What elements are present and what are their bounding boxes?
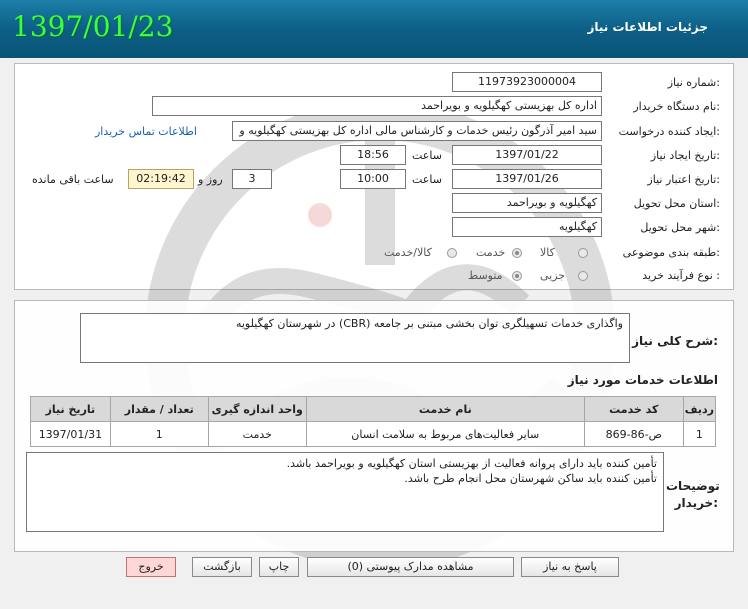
process-radio-medium[interactable] — [512, 271, 522, 281]
province-field: کهگیلویه و بویراحمد — [452, 193, 602, 213]
city-field: کهگیلویه — [452, 217, 602, 237]
create-time-field: 18:56 — [340, 145, 406, 165]
col-row-number: ردیف — [682, 396, 717, 422]
cell-row-number: 1 — [682, 421, 717, 447]
header-date: 1397/01/23 — [12, 10, 174, 43]
cell-service-code: ص-86-869 — [583, 421, 684, 447]
col-quantity: تعداد / مقدار — [109, 396, 209, 422]
validity-time-field: 10:00 — [340, 169, 406, 189]
category-option-goods: کالا — [540, 246, 555, 259]
table-row[interactable]: 1 ص-86-869 سایر فعالیت‌های مربوط به سلام… — [30, 421, 717, 447]
category-radio-goods-service[interactable] — [447, 248, 457, 258]
process-radio-minor[interactable] — [578, 271, 588, 281]
requester-field: سید امیر آذرگون رئیس خدمات و کارشناس مال… — [232, 121, 602, 141]
buyer-notes-label: توضیحات خریدار: — [666, 479, 720, 510]
print-button[interactable]: چاپ — [259, 557, 299, 577]
cell-unit: خدمت — [207, 421, 307, 447]
remaining-time-label: ساعت باقی مانده — [32, 173, 114, 186]
remaining-days-label: روز و — [198, 173, 223, 186]
description-label: شرح کلی نیاز: — [632, 334, 718, 348]
category-option-service: خدمت — [476, 246, 506, 259]
table-header-row: ردیف کد خدمت نام خدمت واحد اندازه گیری ت… — [30, 396, 717, 422]
back-button[interactable]: بازگشت — [192, 557, 252, 577]
page-header: 1397/01/23 جزئیات اطلاعات نیاز — [0, 0, 748, 58]
description-textarea[interactable]: واگذاری خدمات تسهیلگری توان بخشی مبتنی ب… — [80, 313, 630, 363]
col-need-date: تاریخ نیاز — [30, 396, 111, 422]
need-number-field: 11973923000004 — [452, 72, 602, 92]
col-service-name: نام خدمت — [305, 396, 585, 422]
process-option-minor: جزیی — [540, 269, 566, 282]
buyer-org-label: نام دستگاه خریدار: — [633, 100, 720, 113]
process-type-label: نوع فرآیند خرید : — [642, 269, 720, 282]
province-label: استان محل تحویل: — [633, 197, 720, 210]
cell-service-name: سایر فعالیت‌های مربوط به سلامت انسان — [305, 421, 585, 447]
category-option-goods-service: کالا/خدمت — [384, 246, 432, 259]
category-label: طبقه بندی موضوعی: — [622, 246, 720, 259]
create-date-field: 1397/01/22 — [452, 145, 602, 165]
services-title: اطلاعات خدمات مورد نیاز — [567, 373, 718, 387]
category-radio-goods[interactable] — [578, 248, 588, 258]
col-unit: واحد اندازه گیری — [207, 396, 307, 422]
validity-date-label: تاریخ اعتبار نیاز: — [647, 173, 720, 186]
requester-label: ایجاد کننده درخواست: — [618, 125, 720, 138]
view-attachments-button[interactable]: مشاهده مدارک پیوستی (0) — [307, 557, 514, 577]
city-label: شهر محل تحویل: — [640, 221, 720, 234]
remaining-days-field: 3 — [232, 169, 272, 189]
page-title: جزئیات اطلاعات نیاز — [587, 20, 708, 34]
services-table: ردیف کد خدمت نام خدمت واحد اندازه گیری ت… — [30, 396, 717, 447]
need-number-label: شماره نیاز: — [667, 76, 720, 89]
buyer-notes-textarea[interactable]: تأمین کننده باید دارای پروانه فعالیت از … — [26, 452, 664, 532]
create-time-label: ساعت — [412, 149, 442, 162]
col-service-code: کد خدمت — [583, 396, 684, 422]
cell-quantity: 1 — [109, 421, 209, 447]
remaining-time-field: 02:19:42 — [128, 169, 194, 189]
buyer-note-line: تأمین کننده باید دارای پروانه فعالیت از … — [286, 457, 657, 470]
buyer-note-line: تأمین کننده باید ساکن شهرستان محل انجام … — [404, 472, 657, 485]
exit-button[interactable]: خروج — [126, 557, 176, 577]
validity-time-label: ساعت — [412, 173, 442, 186]
create-date-label: تاریخ ایجاد نیاز: — [650, 149, 720, 162]
cell-need-date: 1397/01/31 — [30, 421, 111, 447]
process-option-medium: متوسط — [468, 269, 503, 282]
buyer-contact-link[interactable]: اطلاعات تماس خریدار — [95, 125, 197, 138]
validity-date-field: 1397/01/26 — [452, 169, 602, 189]
buyer-org-field: اداره کل بهزیستی کهگیلویه و بویراحمد — [152, 96, 602, 116]
category-radio-service[interactable] — [512, 248, 522, 258]
reply-button[interactable]: پاسخ به نیاز — [521, 557, 619, 577]
